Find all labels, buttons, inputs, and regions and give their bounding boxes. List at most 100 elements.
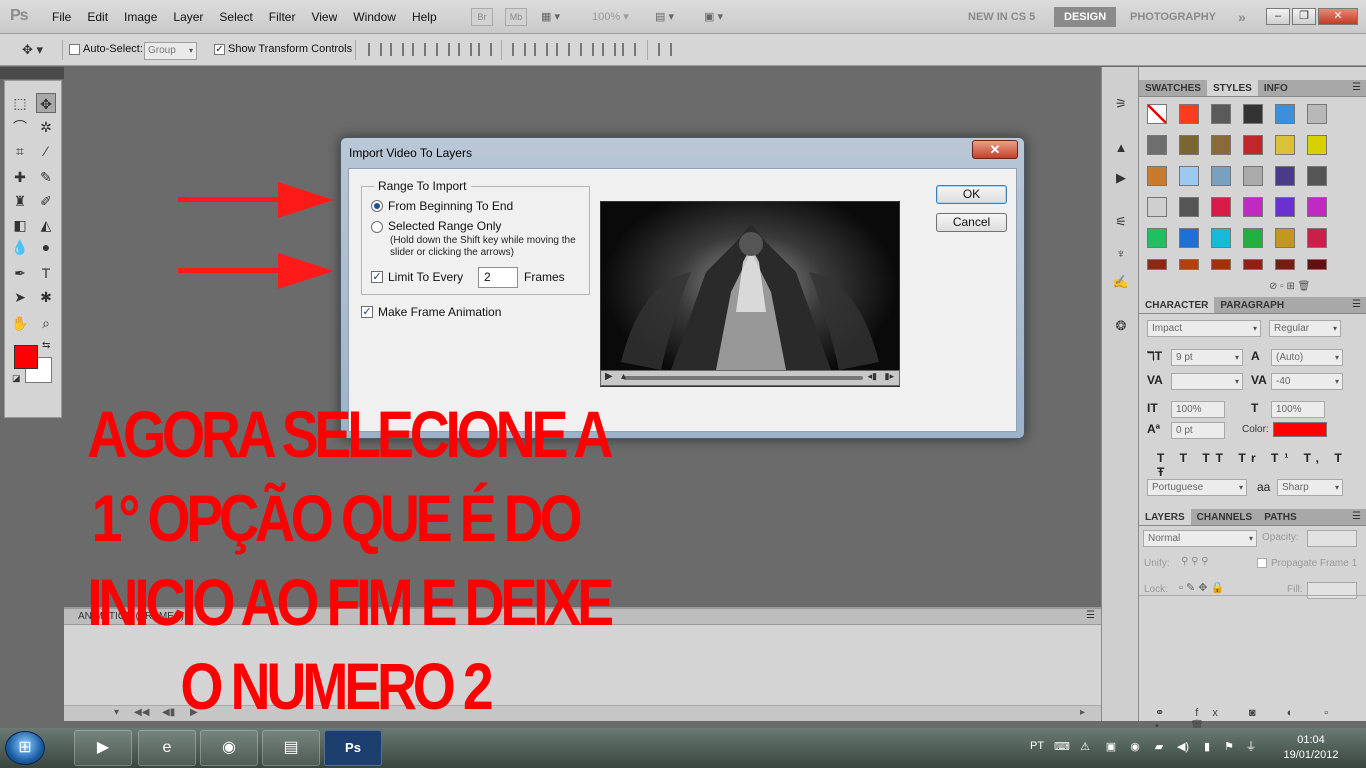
type-tool-icon[interactable]: T [36,263,56,283]
style-swatch[interactable] [1179,197,1199,217]
tab-layers[interactable]: LAYERS [1139,509,1191,525]
tools-panel-header[interactable] [0,67,64,79]
menu-window[interactable]: Window [345,10,404,24]
font-family-select[interactable]: Impact ▾ [1147,320,1261,337]
style-swatch[interactable] [1179,228,1199,248]
scroll-right-icon[interactable]: ▸ [1080,707,1085,718]
align-left-icon[interactable] [436,43,450,56]
mini-bridge-button[interactable]: Mb [505,8,527,26]
distribute-top-icon[interactable] [512,43,526,56]
antialias-select[interactable]: Sharp ▾ [1277,479,1343,496]
shape-tool-icon[interactable]: ✱ [36,287,56,307]
tab-paths[interactable]: PATHS [1258,509,1302,525]
style-swatch[interactable] [1211,259,1231,270]
menu-file[interactable]: File [44,10,79,24]
panel-menu-icon[interactable]: ☰ [1352,82,1361,93]
workspace-photography[interactable]: PHOTOGRAPHY [1120,0,1226,34]
style-swatch[interactable] [1147,104,1167,124]
tab-swatches[interactable]: SWATCHES [1139,80,1207,96]
view-extras-dropdown[interactable]: ▦ ▾ [541,8,560,26]
auto-select-checkbox[interactable] [69,44,80,55]
lock-icons[interactable]: ▫ ✎ ✥ 🔒 [1179,581,1224,594]
from-beginning-radio[interactable] [371,200,383,212]
style-swatch[interactable] [1307,104,1327,124]
menu-help[interactable]: Help [404,10,445,24]
panel-menu-icon[interactable]: ☰ [1352,299,1361,310]
volume-icon[interactable]: ◀) [1176,740,1190,754]
frames-input[interactable]: 2 [478,267,518,288]
start-button[interactable]: ⊞ [5,731,45,765]
lasso-tool-icon[interactable]: ⌒ [10,117,30,137]
history-brush-tool-icon[interactable]: ✐ [36,191,56,211]
style-swatch[interactable] [1307,197,1327,217]
tab-character[interactable]: CHARACTER [1139,297,1215,313]
path-selection-tool-icon[interactable]: ➤ [10,287,30,307]
keyboard-icon[interactable]: ⌨ [1054,740,1070,754]
workspace-design[interactable]: DESIGN [1054,7,1117,27]
default-colors-icon[interactable]: ◪ [12,373,21,384]
swap-colors-icon[interactable]: ⇆ [42,340,50,351]
style-swatch[interactable] [1275,259,1295,270]
tracking-field[interactable]: -40 ▾ [1271,373,1343,390]
distribute-bottom-icon[interactable] [556,43,570,56]
language-indicator[interactable]: PT [1030,740,1044,752]
style-swatch[interactable] [1307,166,1327,186]
style-swatch[interactable] [1211,166,1231,186]
blend-mode-select[interactable]: Normal ▾ [1143,530,1257,547]
actions-panel-icon[interactable]: ▶ [1111,169,1131,187]
masks-panel-icon[interactable]: ❂ [1111,317,1131,335]
kerning-field[interactable]: ▾ [1171,373,1243,390]
auto-align-layers-icon[interactable] [658,43,672,56]
style-swatch[interactable] [1147,228,1167,248]
workspace-new-in-cs5[interactable]: NEW IN CS 5 [958,0,1045,34]
photoshop-taskbar-button[interactable]: Ps [324,730,382,766]
pen-tool-icon[interactable]: ✒ [10,263,30,283]
move-tool-preset-icon[interactable]: ✥ ▾ [22,42,43,58]
tab-info[interactable]: INFO [1258,80,1294,96]
style-swatch[interactable] [1179,259,1199,270]
distribute-hcenter-icon[interactable] [602,43,616,56]
horizontal-scale-field[interactable]: 100% [1271,401,1325,418]
clone-source-panel-icon[interactable]: ♆ [1111,245,1131,263]
navigator-panel-icon[interactable]: ▲ [1111,139,1131,157]
ati-icon[interactable]: ▰ [1152,740,1166,754]
style-swatch[interactable] [1147,166,1167,186]
style-swatch[interactable] [1307,135,1327,155]
cancel-button[interactable]: Cancel [936,213,1007,232]
blur-tool-icon[interactable]: 💧 [10,237,30,257]
style-swatch[interactable] [1211,197,1231,217]
style-swatch[interactable] [1307,228,1327,248]
network-icon[interactable]: ▮ [1200,740,1214,754]
text-style-buttons[interactable]: T T TT Tr T¹ T, T Ŧ [1157,451,1366,479]
zoom-tool-icon[interactable]: ⌕ [36,313,56,333]
align-right-icon[interactable] [478,43,492,56]
style-swatch[interactable] [1275,104,1295,124]
leading-field[interactable]: (Auto) ▾ [1271,349,1343,366]
menu-layer[interactable]: Layer [165,10,211,24]
unify-icons[interactable]: ⚲ ⚲ ⚲ [1181,556,1209,567]
opacity-field[interactable] [1307,530,1357,547]
healing-brush-tool-icon[interactable]: ✚ [10,167,30,187]
marquee-tool-icon[interactable]: ⬚ [10,93,30,113]
screen-mode-dropdown[interactable]: ▣ ▾ [704,8,723,26]
more-workspaces-icon[interactable]: » [1228,0,1256,34]
style-swatch[interactable] [1275,135,1295,155]
move-tool-icon[interactable]: ✥ [36,93,56,113]
minimize-button[interactable]: – [1266,8,1290,25]
text-color-swatch[interactable] [1273,422,1327,437]
style-swatch[interactable] [1243,228,1263,248]
tab-paragraph[interactable]: PARAGRAPH [1214,297,1290,313]
menu-select[interactable]: Select [211,10,260,24]
distribute-right-icon[interactable] [622,43,636,56]
style-swatch[interactable] [1243,197,1263,217]
brush-presets-panel-icon[interactable]: ✍ [1111,273,1131,291]
firefox-icon[interactable]: ◉ [200,730,258,766]
vertical-scale-field[interactable]: 100% [1171,401,1225,418]
auto-select-target-select[interactable]: Group ▾ [144,42,197,60]
style-swatch[interactable] [1243,104,1263,124]
align-top-icon[interactable] [368,43,382,56]
style-swatch[interactable] [1211,228,1231,248]
style-swatch[interactable] [1275,228,1295,248]
style-swatch[interactable] [1243,259,1263,270]
distribute-center-icon[interactable] [534,43,548,56]
